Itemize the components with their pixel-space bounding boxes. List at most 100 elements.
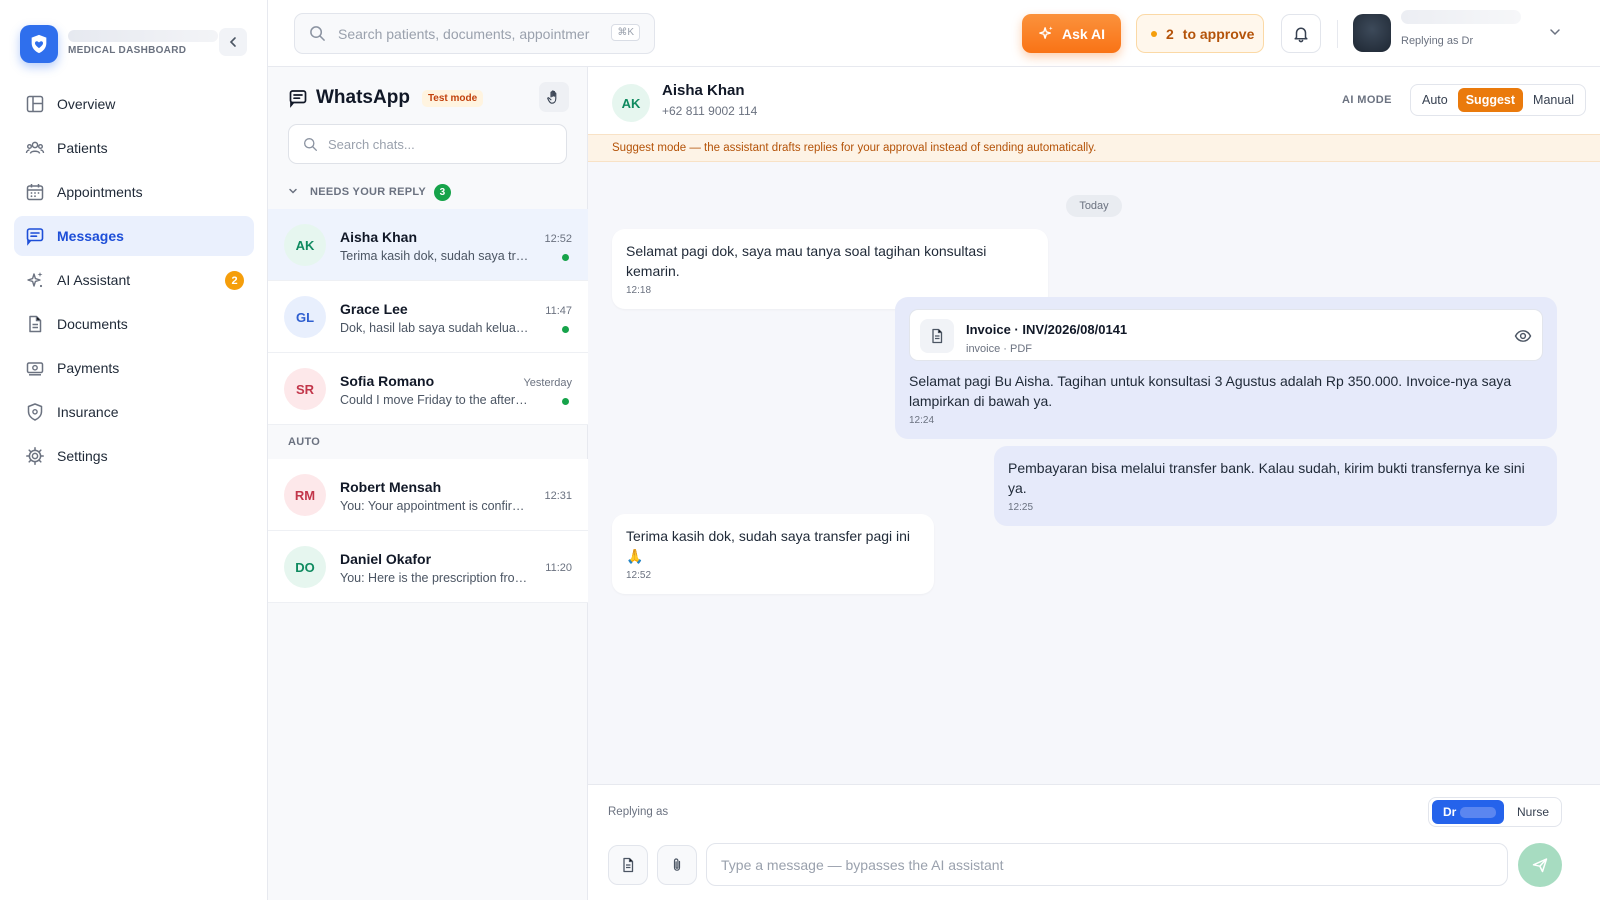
chat-row[interactable]: RM Robert Mensah You: Your appointment i… [268, 459, 588, 531]
sidebar: MEDICAL DASHBOARD Overview Patients Appo… [0, 0, 268, 900]
nav-item-overview[interactable]: Overview [14, 84, 254, 124]
collapse-sidebar-button[interactable] [219, 28, 247, 56]
nav-item-messages[interactable]: Messages [14, 216, 254, 256]
chat-list-header: WhatsApp Test mode [288, 85, 570, 111]
user-menu-chevron[interactable] [1549, 26, 1561, 41]
user-name-redacted [1401, 10, 1521, 24]
role-dr-button[interactable]: Dr [1432, 800, 1504, 824]
avatar: GL [284, 296, 326, 338]
send-button[interactable] [1518, 843, 1562, 887]
nav-label: AI Assistant [57, 272, 131, 288]
role-name-redacted [1460, 807, 1496, 818]
ask-ai-button[interactable]: Ask AI [1022, 14, 1121, 53]
approve-dot [1151, 30, 1157, 37]
nav-item-documents[interactable]: Documents [14, 304, 254, 344]
nav-item-insurance[interactable]: Insurance [14, 392, 254, 432]
heart-shield-icon [31, 34, 47, 54]
reply-role-selector: Dr Nurse [1428, 797, 1562, 827]
chat-preview: Terima kasih dok, sudah saya transfer pa… [340, 249, 530, 263]
chat-preview: You: Your appointment is confirmed for [340, 499, 530, 513]
main-nav: Overview Patients Appointments Messages … [14, 84, 254, 480]
approve-label: to approve [1182, 25, 1255, 42]
avatar: SR [284, 368, 326, 410]
chat-list-title: WhatsApp [316, 87, 410, 108]
message-composer: Replying as Dr Nurse Type a message — by… [588, 784, 1600, 900]
ai-mode-selector: Auto Suggest Manual [1410, 84, 1586, 116]
conversation-header: AK Aisha Khan +62 811 9002 114 AI MODE A… [588, 67, 1600, 134]
message-time: 12:18 [626, 285, 652, 296]
user-role: Replying as Dr [1401, 35, 1474, 47]
chat-search-placeholder: Search chats... [328, 136, 415, 152]
file-icon [920, 319, 954, 353]
topbar-divider [1337, 20, 1338, 48]
paperclip-icon [673, 858, 681, 871]
brand-subtitle: MEDICAL DASHBOARD [68, 45, 187, 56]
test-mode-badge: Test mode [421, 89, 484, 107]
chat-name: Aisha Khan [340, 229, 418, 245]
day-separator: Today [1066, 195, 1122, 217]
chat-time: 12:52 [544, 233, 572, 245]
role-dr-label: Dr [1443, 805, 1457, 819]
to-approve-button[interactable]: 2 to approve [1136, 14, 1264, 53]
attach-button[interactable] [657, 845, 697, 885]
invoice-attachment[interactable]: Invoice · INV/2026/08/0141 invoice · PDF [909, 309, 1543, 361]
conversation-panel: AK Aisha Khan +62 811 9002 114 AI MODE A… [588, 67, 1600, 900]
message-time: 12:25 [1008, 502, 1034, 513]
nav-label: Insurance [57, 404, 119, 420]
chat-row[interactable]: AK Aisha Khan Terima kasih dok, sudah sa… [268, 209, 588, 281]
mode-auto-button[interactable]: Auto [1414, 88, 1456, 112]
template-button[interactable] [608, 845, 648, 885]
message-bubble-outgoing: Invoice · INV/2026/08/0141 invoice · PDF… [895, 297, 1557, 439]
nav-label: Overview [57, 96, 116, 112]
avatar: DO [284, 546, 326, 588]
message-time: 12:52 [626, 570, 652, 581]
brand-logo[interactable] [20, 25, 58, 63]
message-time: 12:24 [909, 415, 935, 426]
payments-icon [26, 362, 44, 376]
chat-preview: Could I move Friday to the afternoon? [340, 393, 530, 407]
chat-search-input[interactable]: Search chats... [288, 124, 567, 164]
avatar: AK [612, 84, 650, 122]
patients-icon [25, 141, 45, 154]
chat-time: Yesterday [523, 377, 572, 389]
nav-item-ai-assistant[interactable]: AI Assistant 2 [14, 260, 254, 300]
nav-item-payments[interactable]: Payments [14, 348, 254, 388]
chat-name: Grace Lee [340, 301, 408, 317]
ai-mode-label: AI MODE [1342, 94, 1392, 106]
send-icon [1532, 858, 1548, 873]
contact-name: Aisha Khan [662, 82, 745, 99]
eye-icon[interactable] [1514, 327, 1532, 350]
global-search-input[interactable]: Search patients, documents, appointmer ⌘… [294, 13, 655, 54]
chat-row[interactable]: DO Daniel Okafor You: Here is the prescr… [268, 531, 588, 603]
message-text: Terima kasih dok, sudah saya transfer pa… [626, 528, 911, 564]
bell-icon [1294, 26, 1308, 42]
needs-reply-count: 3 [434, 183, 452, 201]
user-avatar[interactable] [1353, 14, 1391, 52]
overview-icon [26, 95, 44, 113]
search-placeholder: Search patients, documents, appointmer [338, 25, 590, 42]
nav-item-appointments[interactable]: Appointments [14, 172, 254, 212]
approve-count: 2 [1166, 25, 1174, 42]
message-input[interactable]: Type a message — bypasses the AI assista… [706, 843, 1508, 886]
nav-label: Patients [57, 140, 108, 156]
nav-item-patients[interactable]: Patients [14, 128, 254, 168]
notifications-button[interactable] [1281, 14, 1321, 53]
chat-row[interactable]: SR Sofia Romano Could I move Friday to t… [268, 353, 588, 425]
mode-manual-button[interactable]: Manual [1525, 88, 1582, 112]
needs-reply-section-header[interactable]: NEEDS YOUR REPLY 3 [268, 175, 588, 209]
contact-phone: +62 811 9002 114 [662, 104, 758, 118]
nav-item-settings[interactable]: Settings [14, 436, 254, 476]
chat-preview: You: Here is the prescription from today [340, 571, 530, 585]
message-text: Selamat pagi Bu Aisha. Tagihan untuk kon… [909, 373, 1512, 409]
chat-time: 11:47 [545, 305, 572, 317]
chat-preview: Dok, hasil lab saya sudah keluar. Bisa d… [340, 321, 530, 335]
mode-suggest-button[interactable]: Suggest [1457, 88, 1524, 112]
role-nurse-button[interactable]: Nurse [1504, 800, 1549, 824]
chat-row[interactable]: GL Grace Lee Dok, hasil lab saya sudah k… [268, 281, 588, 353]
unread-dot [562, 398, 569, 405]
auto-section-header[interactable]: AUTO [268, 425, 588, 459]
search-icon [310, 26, 325, 41]
search-shortcut: ⌘K [611, 24, 640, 41]
takeover-button[interactable] [539, 82, 569, 112]
brand-name-redacted [68, 30, 218, 42]
